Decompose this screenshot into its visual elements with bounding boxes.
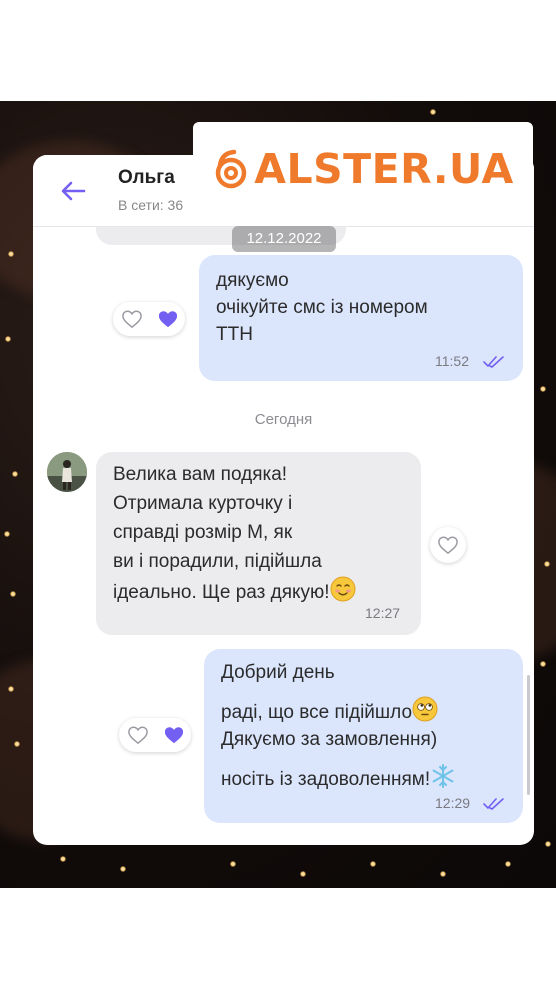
contact-avatar[interactable] [47, 452, 87, 492]
avatar-photo [47, 452, 87, 492]
contact-name[interactable]: Ольга [118, 167, 175, 189]
instagram-logo-icon [215, 149, 247, 189]
read-checkmarks-icon [483, 798, 504, 810]
incoming-message-bubble[interactable]: Велика вам подяка! Отримала курточку і с… [96, 452, 421, 635]
heart-filled-icon[interactable] [163, 725, 185, 745]
brand-banner: ALSTER.UA [193, 122, 533, 216]
message-line: Велика вам подяка! [113, 464, 288, 485]
message-line: справді розмір М, як [113, 522, 293, 543]
message-line: Отримала курточку і [113, 493, 293, 514]
snowflake-icon [432, 764, 454, 788]
rolling-eyes-face-icon [412, 696, 438, 722]
message-time: 12:29 [435, 795, 471, 811]
message-reaction[interactable] [119, 718, 191, 752]
date-chip: 12.12.2022 [232, 226, 336, 252]
screenshot-stage: Оплатила Ольга В сети: 36 12.12.2022 дяк… [0, 0, 556, 990]
back-button[interactable] [55, 173, 91, 209]
chat-window: Оплатила Ольга В сети: 36 12.12.2022 дяк… [33, 155, 534, 845]
heart-outline-icon[interactable] [127, 725, 149, 745]
outgoing-message-bubble[interactable]: дякуємо очікуйте смс із номером ТТН 11:5… [199, 255, 523, 381]
read-checkmarks-icon [483, 356, 504, 368]
message-line: ідеально. Ще раз дякую! [113, 582, 330, 603]
message-line: дякуємо [216, 270, 289, 291]
day-divider: Сегодня [254, 411, 313, 428]
message-line: раді, що все підійшло [221, 702, 413, 723]
brand-name: ALSTER.UA [254, 145, 514, 193]
back-arrow-icon [61, 181, 86, 201]
message-reaction[interactable] [113, 302, 185, 336]
message-reaction[interactable] [430, 527, 466, 563]
heart-outline-icon[interactable] [437, 535, 459, 555]
message-time: 11:52 [435, 353, 469, 369]
message-line: очікуйте смс із номером [216, 297, 428, 318]
message-line: ви і порадили, підійшла [113, 551, 322, 572]
outgoing-message-bubble[interactable]: Добрий день раді, що все підійшло Дякуєм… [204, 649, 523, 823]
message-time: 12:27 [365, 605, 401, 621]
message-line: Добрий день [221, 662, 335, 683]
chat-scrollbar[interactable] [527, 675, 530, 795]
message-line: ТТН [216, 324, 253, 345]
smiling-face-icon [330, 576, 356, 602]
message-line: Дякуємо за замовлення) [221, 729, 438, 750]
contact-status: В сети: 36 [118, 197, 184, 213]
heart-filled-icon[interactable] [157, 309, 179, 329]
message-line: носіть із задоволенням! [221, 769, 431, 790]
heart-outline-icon[interactable] [121, 309, 143, 329]
